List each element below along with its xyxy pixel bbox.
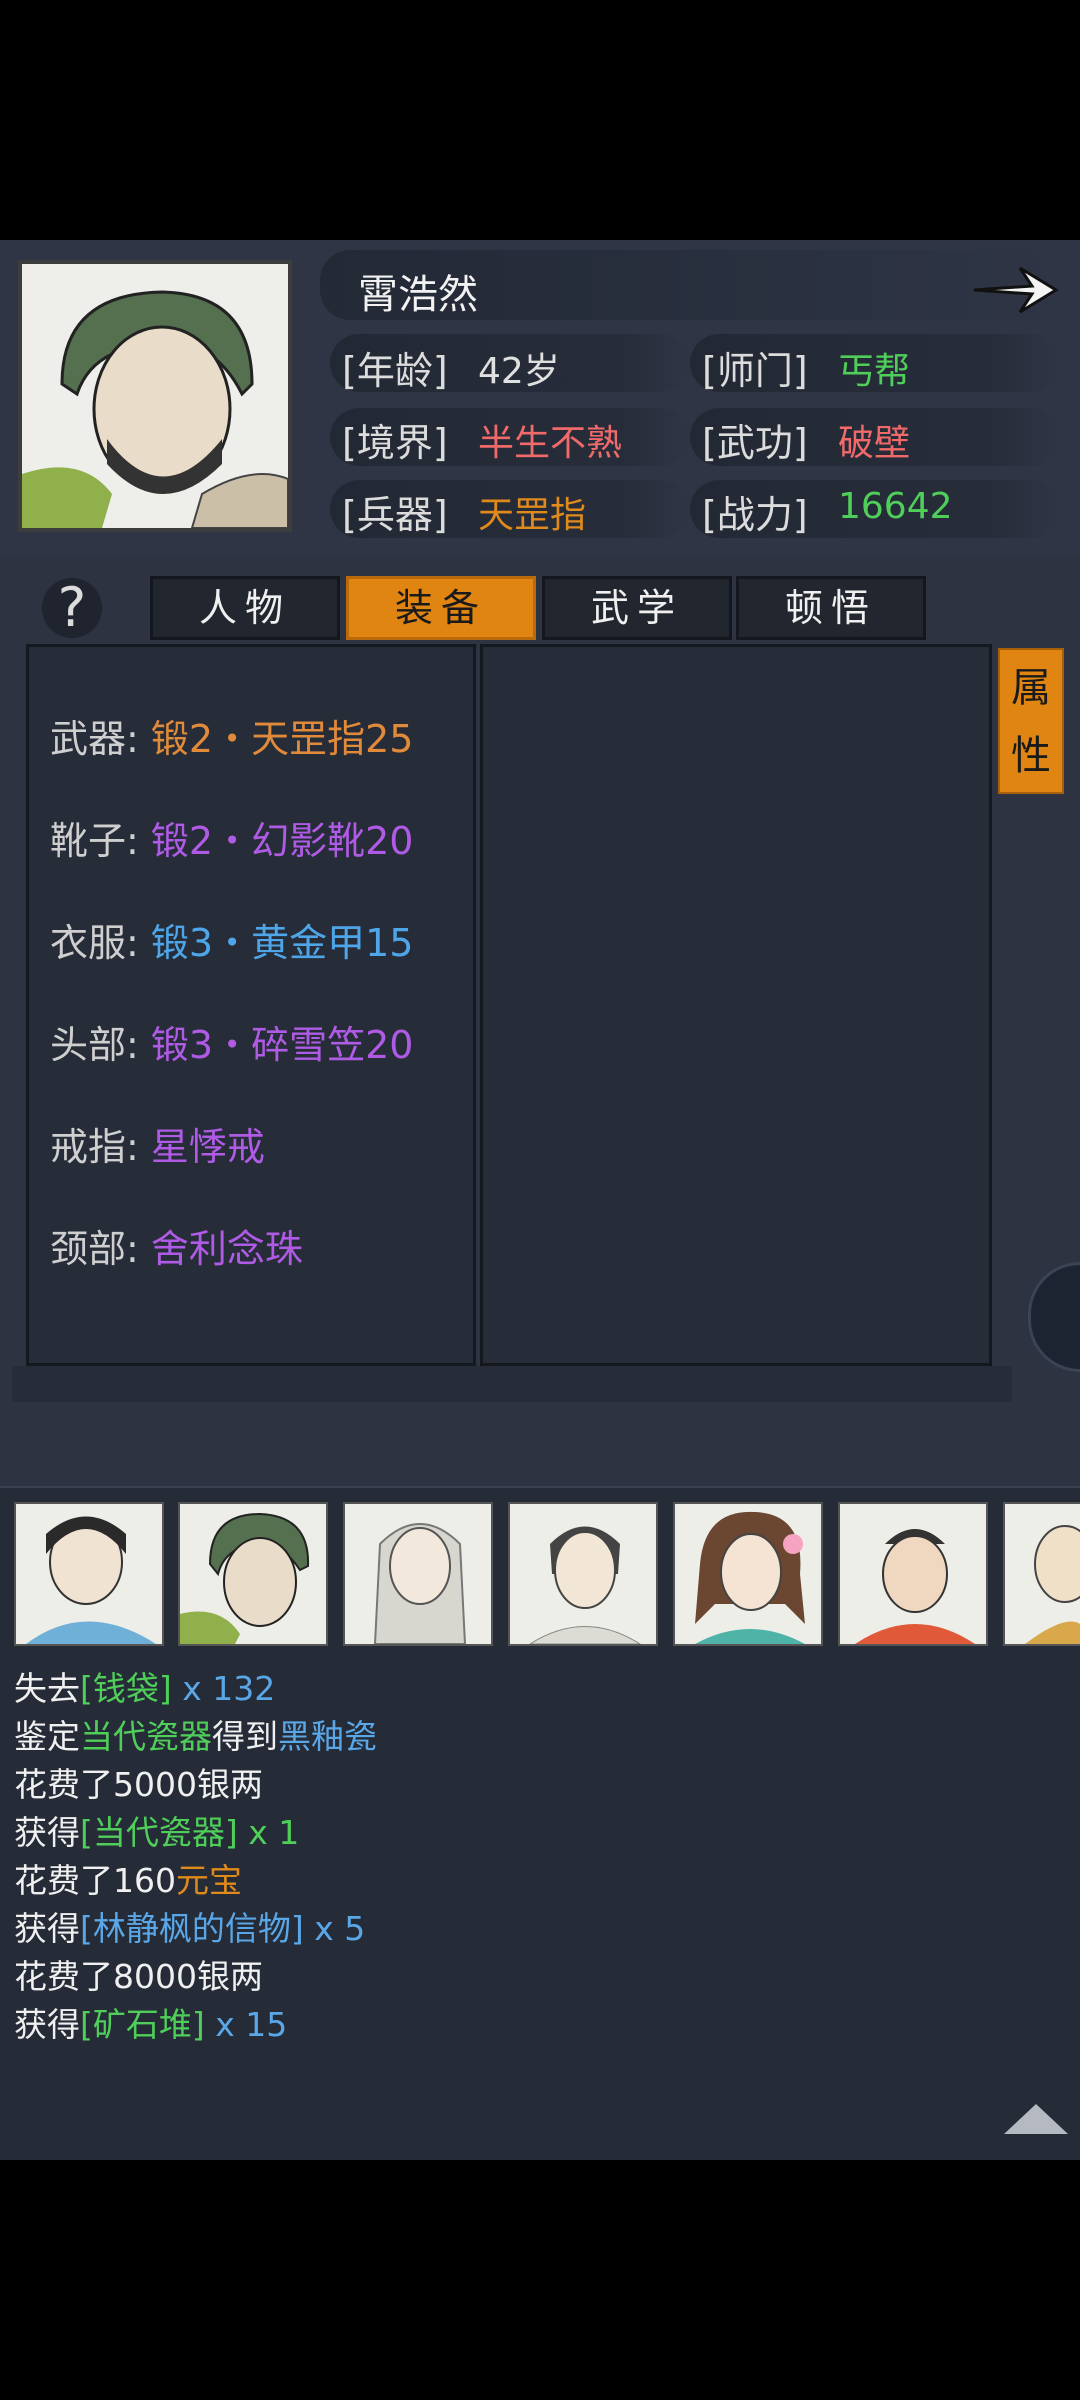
equipment-detail-panel (480, 644, 992, 1366)
equip-row-clothes[interactable]: 衣服: 锻3・黄金甲15 (50, 912, 490, 972)
equip-row-ring[interactable]: 戒指: 星悸戒 (50, 1116, 490, 1176)
equip-item: 锻3・碎雪笠20 (150, 1023, 414, 1067)
log-line: 花费了160元宝 (14, 1861, 242, 1900)
equip-row-boots[interactable]: 靴子: 锻2・幻影靴20 (50, 810, 490, 870)
party-avatar[interactable] (178, 1502, 328, 1646)
character-name: 霄浩然 (358, 272, 478, 318)
martial-label: [武功] (702, 421, 808, 465)
tab-martial-arts[interactable]: 武学 (542, 576, 732, 640)
equip-slot-label: 武器: (50, 717, 139, 761)
martial-value: 破壁 (838, 423, 911, 464)
equip-slot-label: 颈部: (50, 1227, 139, 1271)
age-label: [年龄] (342, 349, 448, 393)
party-avatar[interactable] (14, 1502, 164, 1646)
log-line: 鉴定当代瓷器得到黑釉瓷 (14, 1717, 377, 1756)
tab-character[interactable]: 人物 (150, 576, 340, 640)
tab-equipment[interactable]: 装备 (346, 576, 536, 640)
log-line: 花费了8000银两 (14, 1957, 263, 1996)
party-avatar[interactable] (673, 1502, 823, 1646)
equip-slot-label: 戒指: (50, 1125, 139, 1169)
power-value: 16642 (838, 486, 953, 527)
equip-row-weapon[interactable]: 武器: 锻2・天罡指25 (50, 708, 490, 768)
equip-item: 舍利念珠 (150, 1227, 303, 1271)
weapon-value: 天罡指 (478, 495, 587, 536)
help-icon[interactable]: ? (42, 578, 102, 638)
realm-label: [境界] (342, 421, 448, 465)
realm-value: 半生不熟 (478, 423, 623, 464)
scroll-up-icon[interactable] (1004, 2104, 1068, 2134)
attributes-tab-char-2: 性 (1011, 733, 1051, 779)
panel-footer (12, 1366, 1012, 1402)
equip-row-head[interactable]: 头部: 锻3・碎雪笠20 (50, 1014, 490, 1074)
equip-slot-label: 衣服: (50, 921, 139, 965)
equip-item: 星悸戒 (150, 1125, 265, 1169)
log-line: 花费了5000银两 (14, 1765, 263, 1804)
equip-slot-label: 头部: (50, 1023, 139, 1067)
party-avatar[interactable] (1003, 1502, 1080, 1646)
attributes-tab-char-1: 属 (1011, 665, 1051, 711)
party-avatar[interactable] (838, 1502, 988, 1646)
equip-item: 锻3・黄金甲15 (150, 921, 414, 965)
next-arrow-icon[interactable] (970, 260, 1060, 320)
sect-label: [师门] (702, 349, 808, 393)
power-label: [战力] (702, 493, 808, 537)
character-portrait (18, 260, 292, 532)
log-line: 获得[当代瓷器] x 1 (14, 1813, 300, 1852)
age-value: 42岁 (478, 351, 560, 392)
party-avatar[interactable] (508, 1502, 658, 1646)
equip-item: 锻2・幻影靴20 (150, 819, 414, 863)
log-line: 获得[矿石堆] x 15 (14, 2005, 288, 2044)
party-avatar[interactable] (343, 1502, 493, 1646)
weapon-label: [兵器] (342, 493, 448, 537)
attributes-tab[interactable]: 属 性 (998, 648, 1064, 794)
equip-row-neck[interactable]: 颈部: 舍利念珠 (50, 1218, 490, 1278)
tab-enlightenment[interactable]: 顿悟 (736, 576, 926, 640)
sect-value: 丐帮 (838, 351, 911, 392)
equip-item: 锻2・天罡指25 (150, 717, 414, 761)
log-line: 失去[钱袋] x 132 (14, 1669, 276, 1708)
log-line: 获得[林静枫的信物] x 5 (14, 1909, 366, 1948)
equip-slot-label: 靴子: (50, 819, 139, 863)
